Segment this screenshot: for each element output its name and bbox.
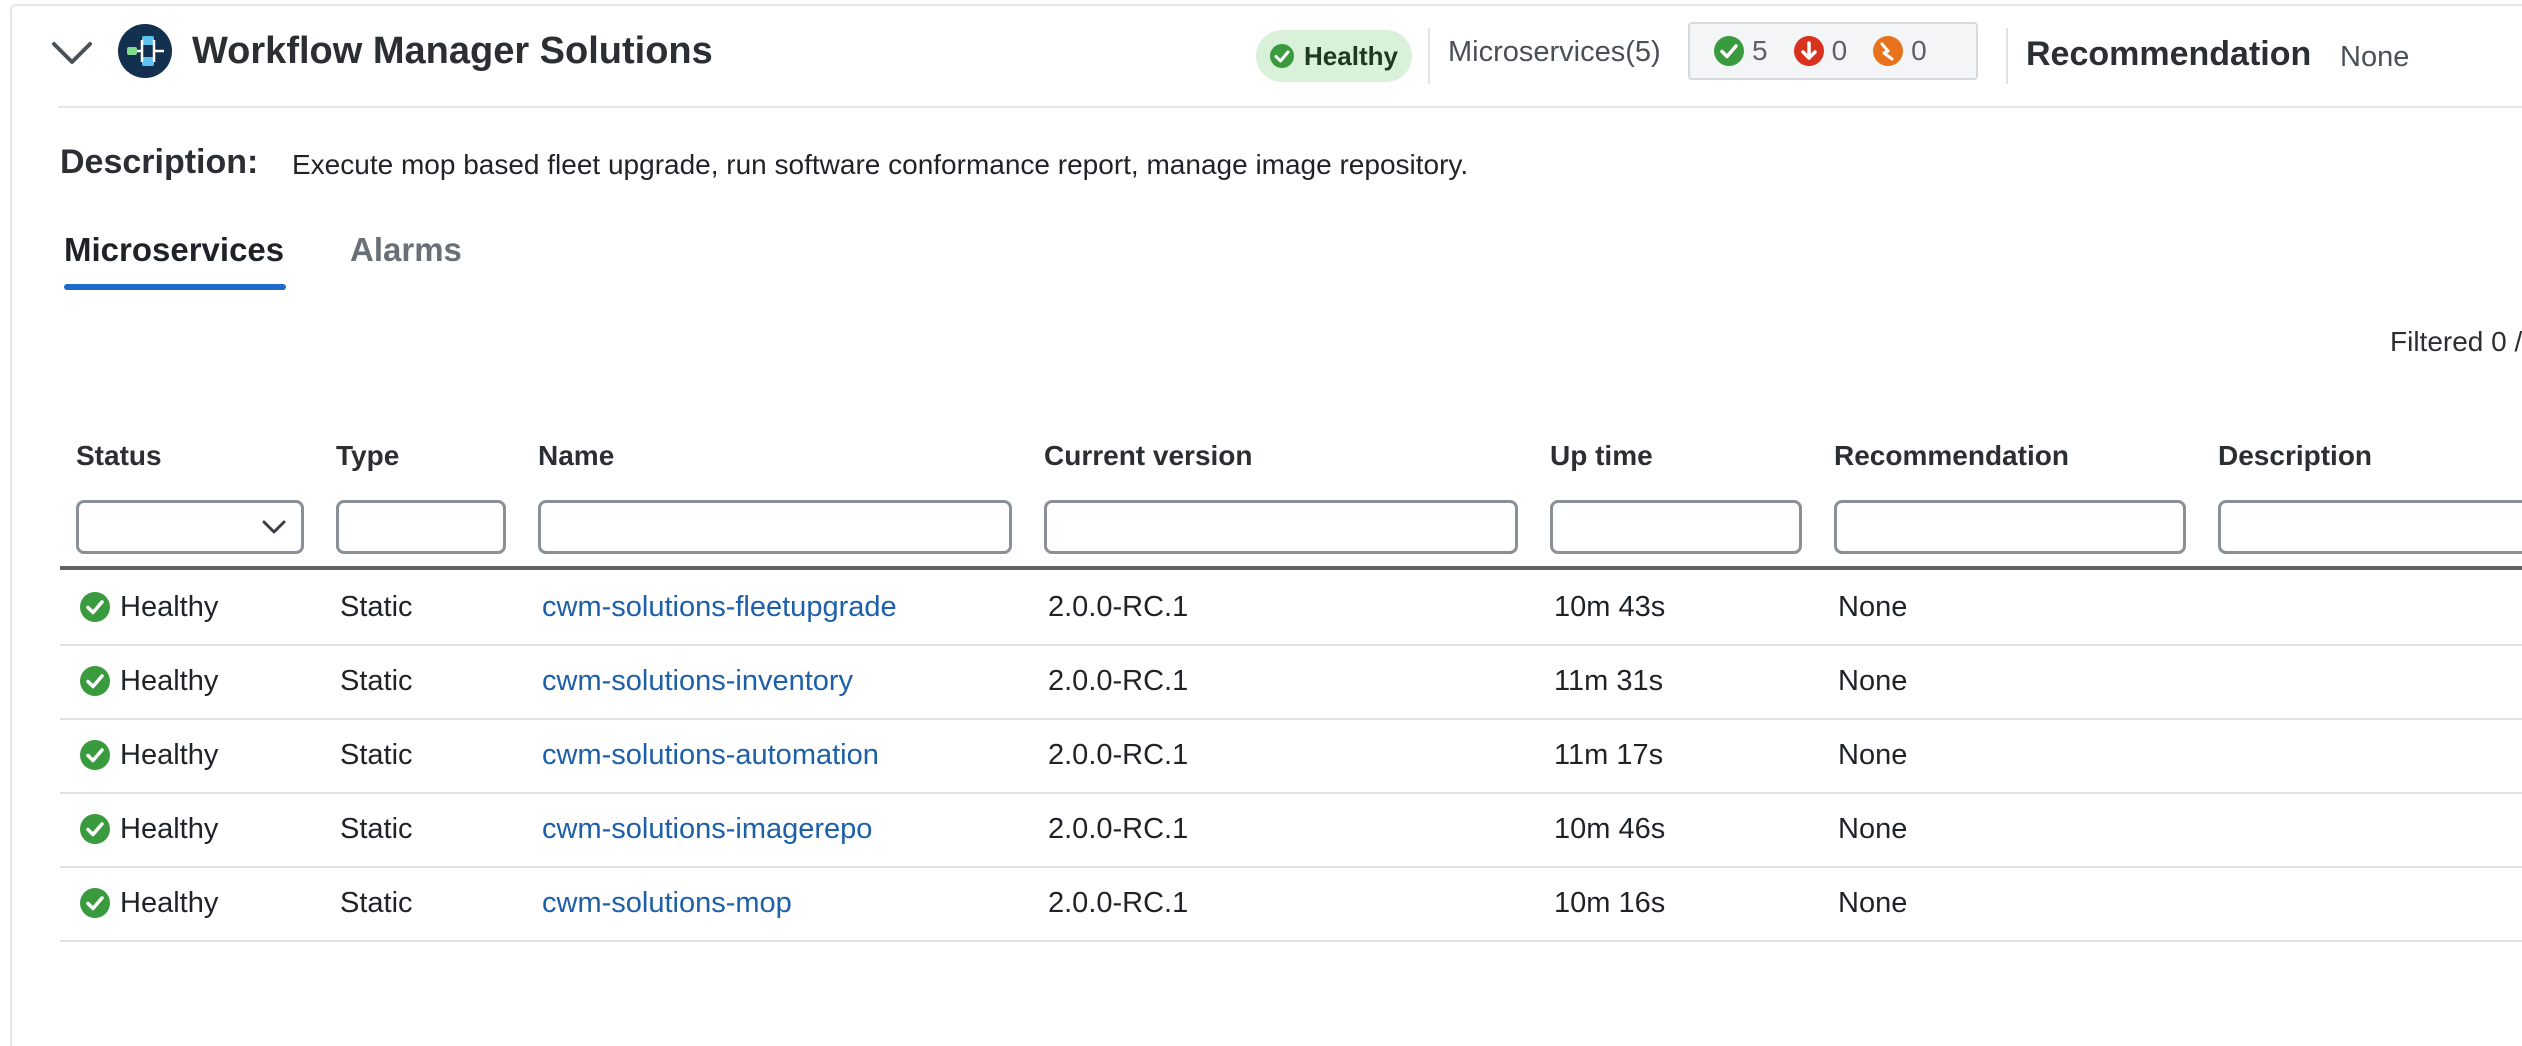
recommendation-cell: None [1838, 887, 1908, 919]
down-count-value: 0 [1831, 35, 1848, 66]
warning-count: 0 [1873, 35, 1927, 67]
microservice-name-link[interactable]: cwm-solutions-mop [542, 884, 792, 922]
uptime-cell: 10m 46s [1554, 813, 1666, 845]
header-divider-line [58, 106, 2522, 108]
table-row: Healthy Static cwm-solutions-fleetupgrad… [60, 570, 2522, 646]
name-filter-input[interactable] [538, 500, 1012, 554]
description-text: Execute mop based fleet upgrade, run sof… [292, 149, 1469, 180]
select-chevron-icon [262, 520, 286, 534]
recommendation-cell: None [1838, 813, 1908, 845]
header-divider [2006, 28, 2008, 84]
check-circle-icon [1714, 36, 1744, 66]
tab-microservices[interactable]: Microservices [64, 228, 284, 272]
column-header-up-time[interactable]: Up time [1550, 436, 1653, 476]
check-circle-icon [80, 592, 110, 622]
microservice-name-link[interactable]: cwm-solutions-fleetupgrade [542, 588, 897, 626]
down-count: 0 [1793, 35, 1848, 67]
column-header-name[interactable]: Name [538, 436, 614, 476]
health-status-label: Healthy [1304, 40, 1398, 71]
warning-circle-icon [1873, 36, 1904, 66]
recommendation-cell: None [1838, 665, 1908, 697]
type-cell: Static [340, 813, 413, 845]
status-cell: Healthy [80, 588, 218, 626]
healthy-count: 5 [1714, 35, 1768, 67]
recommendation-cell: None [1838, 591, 1908, 623]
arrow-down-circle-icon [1793, 36, 1824, 66]
app-logo-icon [118, 24, 172, 78]
version-cell: 2.0.0-RC.1 [1048, 665, 1189, 697]
recommendation-filter-input[interactable] [1834, 500, 2186, 554]
status-label: Healthy [120, 591, 219, 623]
table-row: Healthy Static cwm-solutions-automation … [60, 718, 2522, 794]
column-header-current-version[interactable]: Current version [1044, 436, 1253, 476]
check-circle-icon [80, 888, 110, 918]
version-cell: 2.0.0-RC.1 [1048, 591, 1189, 623]
microservice-status-counts: 5 0 0 [1688, 22, 1978, 80]
microservices-count-label: Microservices(5) [1448, 36, 1661, 68]
check-circle-icon [80, 740, 110, 770]
recommendation-value: None [2340, 41, 2410, 73]
type-cell: Static [340, 739, 413, 771]
column-header-recommendation[interactable]: Recommendation [1834, 436, 2069, 476]
check-circle-icon [80, 814, 110, 844]
table-row: Healthy Static cwm-solutions-inventory 2… [60, 644, 2522, 720]
microservice-name-link[interactable]: cwm-solutions-imagerepo [542, 810, 872, 848]
version-cell: 2.0.0-RC.1 [1048, 739, 1189, 771]
version-cell: 2.0.0-RC.1 [1048, 813, 1189, 845]
collapse-chevron-icon[interactable] [50, 38, 94, 66]
status-filter-select[interactable] [76, 500, 304, 554]
solution-title: Workflow Manager Solutions [192, 30, 713, 72]
recommendation-heading: Recommendation [2026, 35, 2312, 73]
uptime-filter-input[interactable] [1550, 500, 1802, 554]
tab-alarms[interactable]: Alarms [350, 228, 462, 272]
column-header-status[interactable]: Status [76, 436, 162, 476]
version-filter-input[interactable] [1044, 500, 1518, 554]
description-filter-input[interactable] [2218, 500, 2522, 554]
healthy-count-value: 5 [1752, 35, 1768, 66]
microservice-name-link[interactable]: cwm-solutions-inventory [542, 662, 853, 700]
type-cell: Static [340, 887, 413, 919]
header-divider [1428, 28, 1430, 84]
recommendation-cell: None [1838, 739, 1908, 771]
microservice-name-link[interactable]: cwm-solutions-automation [542, 736, 879, 774]
status-cell: Healthy [80, 736, 218, 774]
check-circle-icon [80, 666, 110, 696]
type-cell: Static [340, 665, 413, 697]
status-cell: Healthy [80, 810, 218, 848]
active-tab-indicator [64, 284, 286, 290]
status-cell: Healthy [80, 884, 218, 922]
type-cell: Static [340, 591, 413, 623]
uptime-cell: 11m 17s [1554, 739, 1664, 771]
column-header-type[interactable]: Type [336, 436, 399, 476]
check-circle-icon [1270, 44, 1295, 68]
status-label: Healthy [120, 739, 219, 771]
version-cell: 2.0.0-RC.1 [1048, 887, 1189, 919]
type-filter-input[interactable] [336, 500, 506, 554]
status-cell: Healthy [80, 662, 218, 700]
uptime-cell: 10m 16s [1554, 887, 1666, 919]
table-row: Healthy Static cwm-solutions-imagerepo 2… [60, 792, 2522, 868]
table-row: Healthy Static cwm-solutions-mop 2.0.0-R… [60, 866, 2522, 942]
uptime-cell: 11m 31s [1554, 665, 1664, 697]
description-label: Description: [60, 143, 259, 181]
column-header-description[interactable]: Description [2218, 436, 2372, 476]
status-label: Healthy [120, 813, 219, 845]
warning-count-value: 0 [1911, 35, 1927, 66]
uptime-cell: 10m 43s [1554, 591, 1666, 623]
status-label: Healthy [120, 665, 219, 697]
status-label: Healthy [120, 887, 219, 919]
health-status-badge: Healthy [1256, 30, 1412, 82]
filter-summary: Filtered 0 / [2390, 326, 2522, 357]
